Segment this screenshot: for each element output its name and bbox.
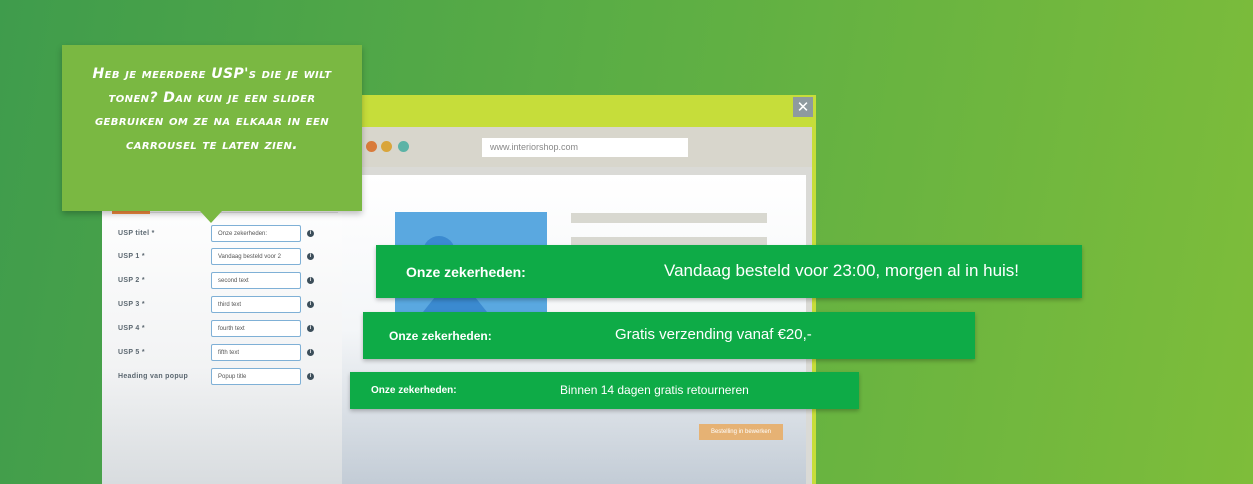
settings-panel: USP titel * Onze zekerheden: i USP 1 * V… <box>102 190 342 484</box>
usp-bar-small: Onze zekerheden: Binnen 14 dagen gratis … <box>350 372 859 409</box>
usp-bar-medium: Onze zekerheden: Gratis verzending vanaf… <box>363 312 975 359</box>
text-placeholder-line <box>571 213 767 223</box>
field-label: USP 2 * <box>118 277 145 284</box>
field-label: USP 1 * <box>118 253 145 260</box>
info-icon[interactable]: i <box>307 253 314 260</box>
tooltip-text: Heb je meerdere USP's die je wilt tonen?… <box>92 66 332 153</box>
tooltip-callout: Heb je meerdere USP's die je wilt tonen?… <box>62 45 362 211</box>
usp-heading: Onze zekerheden: <box>371 385 457 396</box>
usp-heading: Onze zekerheden: <box>406 264 526 280</box>
usp-heading: Onze zekerheden: <box>389 329 492 343</box>
usp-text: Binnen 14 dagen gratis retourneren <box>560 383 749 397</box>
usp-4-input[interactable]: fourth text <box>211 320 301 337</box>
cta-button[interactable]: Bestelling in bewerken <box>699 424 783 440</box>
usp-5-input[interactable]: fifth text <box>211 344 301 361</box>
field-label: USP titel * <box>118 230 155 237</box>
usp-2-input[interactable]: second text <box>211 272 301 289</box>
browser-toolbar: www.interiorshop.com <box>336 127 812 167</box>
url-bar[interactable]: www.interiorshop.com <box>482 138 688 157</box>
window-close-dot <box>366 141 377 152</box>
info-icon[interactable]: i <box>307 230 314 237</box>
field-label: Heading van popup <box>118 373 189 380</box>
window-maximize-dot <box>398 141 409 152</box>
field-label: USP 3 * <box>118 301 145 308</box>
info-icon[interactable]: i <box>307 325 314 332</box>
field-label: USP 5 * <box>118 349 145 356</box>
active-tab-indicator <box>112 211 150 214</box>
info-icon[interactable]: i <box>307 349 314 356</box>
usp-text: Gratis verzending vanaf €20,- <box>615 326 812 343</box>
close-icon[interactable]: ✕ <box>793 97 813 117</box>
usp-bar-large: Onze zekerheden: Vandaag besteld voor 23… <box>376 245 1082 298</box>
popup-heading-input[interactable]: Popup title <box>211 368 301 385</box>
info-icon[interactable]: i <box>307 301 314 308</box>
usp-1-input[interactable]: Vandaag besteld voor 2 <box>211 248 301 265</box>
info-icon[interactable]: i <box>307 277 314 284</box>
tooltip-arrow <box>200 211 222 223</box>
info-icon[interactable]: i <box>307 373 314 380</box>
usp-text: Vandaag besteld voor 23:00, morgen al in… <box>664 261 1020 280</box>
window-minimize-dot <box>381 141 392 152</box>
usp-3-input[interactable]: third text <box>211 296 301 313</box>
field-label: USP 4 * <box>118 325 145 332</box>
usp-title-input[interactable]: Onze zekerheden: <box>211 225 301 242</box>
